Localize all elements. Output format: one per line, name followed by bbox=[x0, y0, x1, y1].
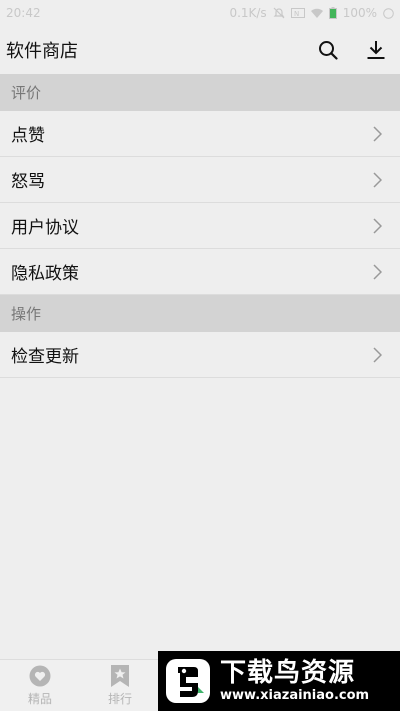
watermark-banner: 下载鸟资源 www.xiazainiao.com bbox=[158, 651, 400, 711]
page-title: 软件商店 bbox=[6, 41, 78, 62]
app-bar: 软件商店 bbox=[0, 26, 400, 74]
chevron-right-icon bbox=[373, 264, 382, 280]
list-item-privacy-policy[interactable]: 隐私政策 bbox=[0, 249, 400, 295]
nfc-icon: N bbox=[290, 8, 305, 18]
download-icon bbox=[367, 41, 385, 59]
svg-text:N: N bbox=[294, 10, 299, 18]
tab-ranking[interactable]: 排行 bbox=[80, 660, 160, 711]
tab-featured[interactable]: 精品 bbox=[0, 660, 80, 711]
heart-icon bbox=[29, 665, 51, 687]
network-speed: 0.1K/s bbox=[229, 6, 267, 20]
bird-logo-icon bbox=[166, 659, 210, 703]
section-header-reviews: 评价 bbox=[0, 74, 400, 111]
wifi-icon bbox=[310, 8, 323, 18]
list-item-label: 怒骂 bbox=[11, 172, 45, 192]
status-icons: 0.1K/s N 100% bbox=[229, 6, 394, 20]
chevron-right-icon bbox=[373, 347, 382, 363]
list-item-label: 用户协议 bbox=[11, 218, 79, 238]
list-item-label: 点赞 bbox=[11, 126, 45, 146]
list-item-check-update[interactable]: 检查更新 bbox=[0, 332, 400, 378]
search-button[interactable] bbox=[304, 26, 352, 74]
status-time: 20:42 bbox=[6, 6, 41, 20]
battery-percent: 100% bbox=[342, 6, 377, 20]
watermark-text: 下载鸟资源 www.xiazainiao.com bbox=[220, 658, 369, 704]
mute-icon bbox=[273, 7, 285, 19]
watermark-title: 下载鸟资源 bbox=[220, 658, 356, 688]
chevron-right-icon bbox=[373, 126, 382, 142]
data-saver-icon bbox=[383, 7, 394, 19]
list-item-label: 检查更新 bbox=[11, 347, 79, 367]
tab-label: 排行 bbox=[107, 692, 132, 706]
search-icon bbox=[319, 41, 338, 60]
list-item-label: 隐私政策 bbox=[11, 264, 79, 284]
tab-label: 精品 bbox=[27, 692, 52, 706]
list-item-like[interactable]: 点赞 bbox=[0, 111, 400, 157]
chevron-right-icon bbox=[373, 218, 382, 234]
bookmark-star-icon bbox=[111, 665, 129, 687]
battery-icon bbox=[328, 7, 337, 19]
section-header-actions: 操作 bbox=[0, 295, 400, 332]
watermark-url: www.xiazainiao.com bbox=[220, 688, 370, 703]
app-actions bbox=[304, 26, 400, 74]
list-item-complain[interactable]: 怒骂 bbox=[0, 157, 400, 203]
status-bar: 20:42 0.1K/s N 100% bbox=[0, 0, 400, 26]
chevron-right-icon bbox=[373, 172, 382, 188]
list-item-user-agreement[interactable]: 用户协议 bbox=[0, 203, 400, 249]
download-button[interactable] bbox=[352, 26, 400, 74]
